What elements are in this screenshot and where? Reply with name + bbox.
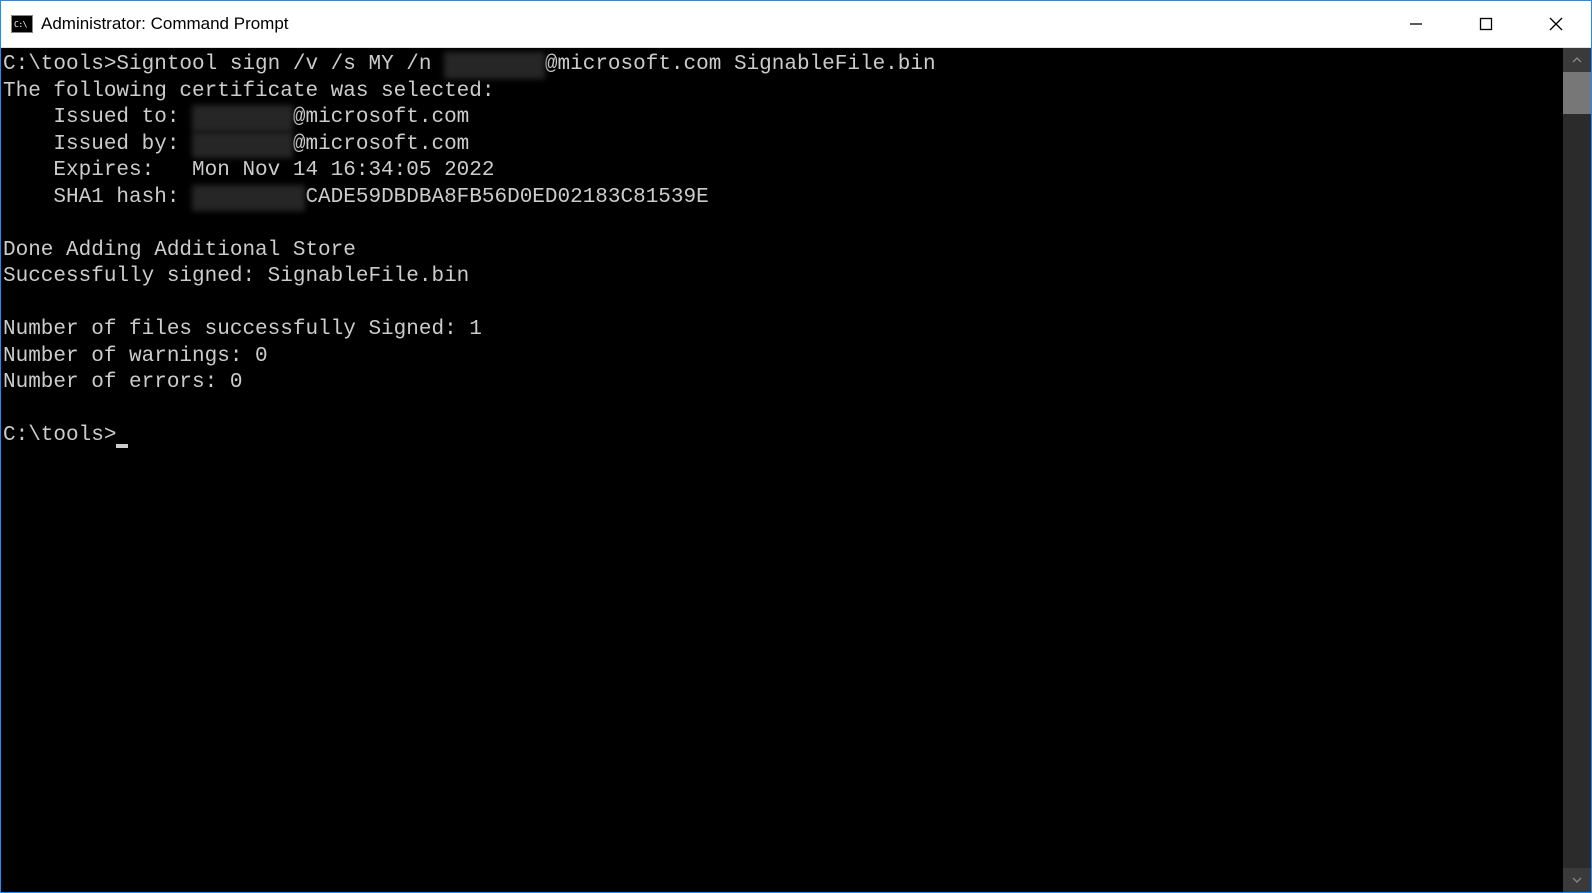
command-email: @microsoft.com [545,53,721,76]
titlebar[interactable]: C:\ Administrator: Command Prompt [1,1,1591,48]
sha1-value: CADE59DBDBA8FB56D0ED02183C81539E [305,186,708,209]
sha1-label: SHA1 hash: [3,186,192,209]
command-file: SignableFile.bin [721,53,935,76]
output-line: The following certificate was selected: [3,79,1561,106]
prompt: C:\tools> [3,53,116,76]
redacted-issued-to: xxxxxxxx [192,105,293,132]
cursor [116,444,128,448]
window-title: Administrator: Command Prompt [41,14,289,34]
output-line: Number of files successfully Signed: 1 [3,317,1561,344]
window-controls [1381,1,1591,47]
output-line: Successfully signed: SignableFile.bin [3,264,1561,291]
issued-by-value: @microsoft.com [293,133,469,156]
output-line: Done Adding Additional Store [3,238,1561,265]
console-area: C:\tools>Signtool sign /v /s MY /n xxxxx… [1,48,1591,892]
command-text: Signtool sign /v /s MY /n [116,53,444,76]
issued-to-value: @microsoft.com [293,106,469,129]
scroll-thumb[interactable] [1563,72,1591,114]
prompt: C:\tools> [3,424,116,447]
redacted-issued-by: xxxxxxxx [192,132,293,159]
terminal-output[interactable]: C:\tools>Signtool sign /v /s MY /n xxxxx… [1,48,1563,892]
issued-to-label: Issued to: [3,106,192,129]
maximize-button[interactable] [1451,1,1521,47]
output-line: Number of warnings: 0 [3,344,1561,371]
expires-value: Mon Nov 14 16:34:05 2022 [192,159,494,182]
expires-label: Expires: [3,159,192,182]
redacted-sha1: XXXXXXXXX [192,185,305,212]
redacted-name: xxxxxxxx [444,52,545,79]
scrollbar[interactable] [1563,48,1591,892]
issued-by-label: Issued by: [3,133,192,156]
cmd-icon: C:\ [11,15,33,33]
close-button[interactable] [1521,1,1591,47]
minimize-button[interactable] [1381,1,1451,47]
scroll-up-icon[interactable] [1563,48,1591,72]
output-line: Number of errors: 0 [3,370,1561,397]
scroll-down-icon[interactable] [1563,868,1591,892]
